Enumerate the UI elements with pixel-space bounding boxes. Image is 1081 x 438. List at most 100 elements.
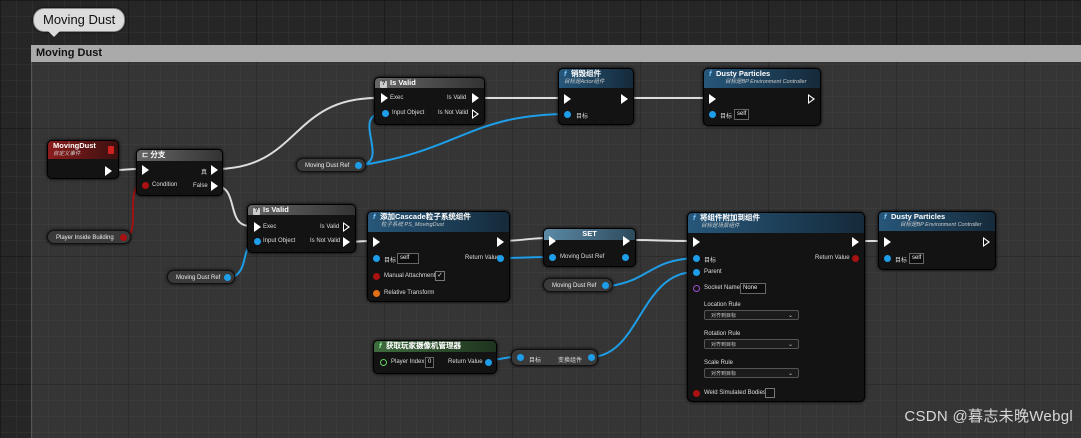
- socket-name-field[interactable]: None: [740, 283, 766, 294]
- exec-in-pin[interactable]: [381, 93, 388, 103]
- relative-transform-pin[interactable]: [373, 290, 380, 297]
- chevron-down-icon: ⌄: [787, 313, 793, 319]
- var-label: Player Inside Building: [56, 235, 114, 241]
- parent-pin[interactable]: [693, 269, 700, 276]
- set-node[interactable]: SET Moving Dust Ref: [543, 228, 636, 267]
- set-var-in-pin[interactable]: [549, 254, 556, 261]
- moving-dust-ref-getter-3[interactable]: Moving Dust Ref: [543, 278, 613, 292]
- location-rule-label: Location Rule: [704, 302, 741, 308]
- attach-subtitle: 目标是场景组件: [701, 223, 740, 229]
- exec-in-pin[interactable]: [564, 94, 571, 104]
- dusty-particles-node-2[interactable]: f Dusty Particles 目标是BP Environment Contr…: [878, 211, 996, 270]
- target-self-field[interactable]: self: [909, 253, 925, 264]
- is-valid-exec-pin[interactable]: [343, 222, 350, 232]
- is-valid-node-2[interactable]: ? Is Valid Exec Is Valid Input Object Is …: [247, 204, 356, 253]
- is-valid-label: Is Valid: [447, 95, 467, 101]
- is-not-valid-exec-pin[interactable]: [343, 237, 350, 247]
- transform-component-node[interactable]: 目标 变换组件: [511, 349, 598, 366]
- location-rule-value: 对齐到目标: [711, 313, 737, 319]
- target-label: 目标: [384, 258, 397, 264]
- exec-in-pin[interactable]: [884, 237, 891, 247]
- scale-rule-dropdown[interactable]: 对齐到目标 ⌄: [704, 368, 799, 378]
- scale-rule-value: 对齐到目标: [711, 371, 737, 377]
- target-pin[interactable]: [517, 354, 524, 361]
- is-not-valid-exec-pin[interactable]: [472, 109, 479, 119]
- rotation-rule-dropdown[interactable]: 对齐到目标 ⌄: [704, 339, 799, 349]
- exec-in-pin[interactable]: [693, 237, 700, 247]
- socket-name-pin[interactable]: [693, 285, 700, 292]
- target-pin[interactable]: [884, 255, 891, 262]
- target-label: 目标: [576, 114, 589, 120]
- add-cascade-node[interactable]: f 添加Cascade粒子系统组件 粒子系统 PS_MovingDust 目标 s…: [367, 211, 510, 302]
- exec-out-pin[interactable]: [852, 237, 859, 247]
- exec-in-pin[interactable]: [549, 236, 556, 246]
- target-pin[interactable]: [709, 111, 716, 118]
- branch-node[interactable]: ⊏ 分支 真 Condition False: [136, 149, 223, 196]
- exec-in-pin[interactable]: [709, 94, 716, 104]
- output-pin[interactable]: [588, 354, 595, 361]
- true-exec-pin[interactable]: [211, 165, 218, 175]
- exec-out-pin[interactable]: [497, 237, 504, 247]
- weld-checkbox[interactable]: [765, 388, 775, 398]
- var-out-pin[interactable]: [602, 282, 609, 289]
- destroy-component-node[interactable]: f 销毁组件 目标是Actor组件 目标: [558, 68, 634, 125]
- input-object-pin[interactable]: [254, 238, 261, 245]
- true-label: 真: [201, 170, 208, 176]
- exec-out-pin[interactable]: [623, 236, 630, 246]
- dusty-subtitle: 目标是BP Environment Controller: [725, 79, 807, 85]
- scale-rule-label: Scale Rule: [704, 360, 734, 366]
- return-value-pin[interactable]: [485, 359, 492, 366]
- function-icon: f: [884, 212, 887, 221]
- dusty-subtitle: 目标是BP Environment Controller: [900, 222, 982, 228]
- is-valid-exec-pin[interactable]: [472, 93, 479, 103]
- target-pin[interactable]: [564, 111, 571, 118]
- target-pin[interactable]: [373, 255, 380, 262]
- target-pin[interactable]: [693, 255, 700, 262]
- exec-label: Exec: [390, 95, 404, 101]
- dusty-header: f Dusty Particles 目标是BP Environment Contr…: [879, 212, 995, 231]
- exec-in-pin[interactable]: [373, 237, 380, 247]
- exec-in-pin[interactable]: [254, 222, 261, 232]
- destroy-title: 销毁组件: [571, 69, 601, 78]
- exec-in-pin[interactable]: [142, 165, 149, 175]
- input-object-pin[interactable]: [382, 110, 389, 117]
- set-var-out-pin[interactable]: [622, 254, 629, 261]
- return-value-label: Return Value: [465, 255, 500, 261]
- dusty-header: f Dusty Particles 目标是BP Environment Contr…: [704, 69, 820, 88]
- moving-dust-ref-getter-2[interactable]: Moving Dust Ref: [167, 270, 235, 284]
- get-camera-manager-node[interactable]: f 获取玩家摄像机管理器 Player Index 0 Return Value: [373, 340, 497, 374]
- player-index-field[interactable]: 0: [425, 357, 435, 368]
- var-out-pin[interactable]: [355, 162, 362, 169]
- exec-out-pin[interactable]: [105, 166, 112, 176]
- player-index-pin[interactable]: [380, 359, 387, 366]
- return-value-pin[interactable]: [497, 255, 504, 262]
- exec-out-pin[interactable]: [808, 94, 815, 104]
- manual-attachment-checkbox[interactable]: ✓: [435, 271, 445, 281]
- var-out-pin[interactable]: [120, 234, 127, 241]
- destroy-header: f 销毁组件 目标是Actor组件: [559, 69, 633, 88]
- target-self-field[interactable]: self: [397, 253, 419, 264]
- exec-label: Exec: [263, 224, 277, 230]
- moving-dust-ref-getter-1[interactable]: Moving Dust Ref: [296, 158, 366, 172]
- var-label: Moving Dust Ref: [176, 275, 221, 281]
- branch-title: 分支: [150, 150, 166, 159]
- dusty-particles-node-1[interactable]: f Dusty Particles 目标是BP Environment Contr…: [703, 68, 821, 126]
- manual-attachment-pin[interactable]: [373, 273, 380, 280]
- exec-out-pin[interactable]: [621, 94, 628, 104]
- target-self-field[interactable]: self: [734, 109, 750, 120]
- event-delegate-icon[interactable]: [108, 146, 114, 154]
- attach-component-node[interactable]: f 将组件附加到组件 目标是场景组件 目标 Return Value Parent…: [687, 212, 865, 402]
- event-header: MovingDust 自定义事件: [48, 141, 118, 159]
- return-value-pin[interactable]: [852, 255, 859, 262]
- function-icon: f: [379, 341, 382, 350]
- add-cascade-header: f 添加Cascade粒子系统组件 粒子系统 PS_MovingDust: [368, 212, 509, 232]
- location-rule-dropdown[interactable]: 对齐到目标 ⌄: [704, 310, 799, 320]
- moving-dust-event-node[interactable]: MovingDust 自定义事件: [47, 140, 119, 179]
- var-out-pin[interactable]: [224, 274, 231, 281]
- is-valid-node-1[interactable]: ? Is Valid Exec Is Valid Input Object Is …: [374, 77, 485, 125]
- exec-out-pin[interactable]: [983, 237, 990, 247]
- player-inside-building-getter[interactable]: Player Inside Building: [47, 230, 131, 244]
- false-exec-pin[interactable]: [211, 181, 218, 191]
- weld-pin[interactable]: [693, 390, 700, 397]
- condition-pin[interactable]: [142, 182, 149, 189]
